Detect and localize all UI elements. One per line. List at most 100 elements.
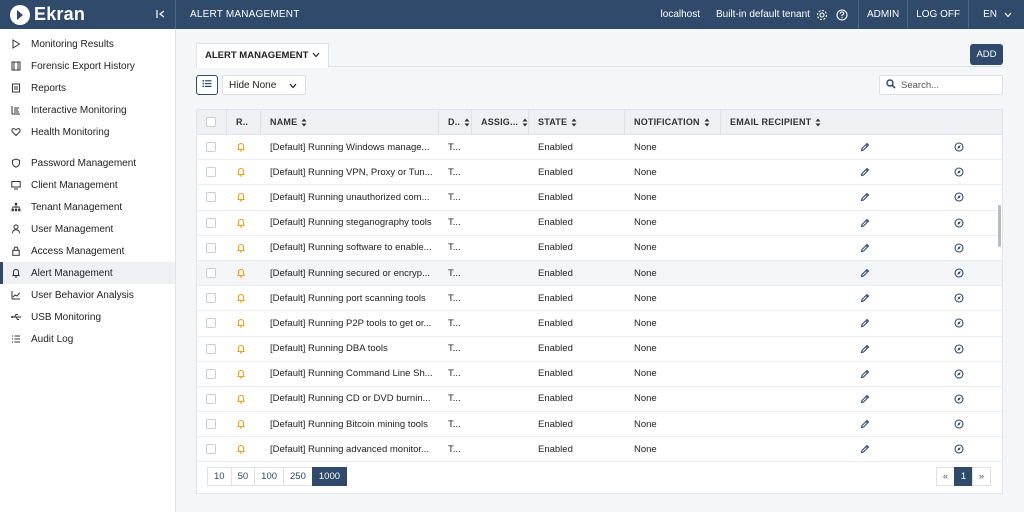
sidebar-item-access-management[interactable]: Access Management (0, 240, 175, 262)
edit-icon[interactable] (860, 243, 870, 253)
row-checkbox-cell[interactable] (197, 437, 227, 462)
next-page-button[interactable]: » (972, 467, 991, 486)
row-checkbox-cell[interactable] (197, 386, 227, 411)
select-all-checkbox[interactable] (197, 109, 227, 135)
row-checkbox-cell[interactable] (197, 412, 227, 437)
sidebar-item-user-behavior-analysis[interactable]: User Behavior Analysis (0, 284, 175, 306)
table-row[interactable]: [Default] Running software to enable... T… (197, 236, 1002, 261)
checkbox[interactable] (206, 393, 216, 404)
edit-icon[interactable] (860, 218, 870, 228)
row-checkbox-cell[interactable] (197, 210, 227, 235)
view-icon[interactable] (954, 318, 964, 328)
edit-icon[interactable] (860, 394, 870, 404)
sidebar-item-usb-monitoring[interactable]: USB Monitoring (0, 306, 175, 328)
language-select[interactable]: EN (969, 0, 1024, 29)
checkbox[interactable] (206, 117, 216, 127)
checkbox[interactable] (206, 242, 216, 253)
page-size-250[interactable]: 250 (283, 467, 313, 486)
page-size-10[interactable]: 10 (207, 467, 232, 486)
page-size-100[interactable]: 100 (254, 467, 285, 486)
page-button-1[interactable]: 1 (954, 467, 973, 486)
view-icon[interactable] (954, 293, 964, 303)
table-row[interactable]: [Default] Running Windows manage... T... E… (197, 135, 1002, 161)
sidebar-item-tenant-management[interactable]: Tenant Management (0, 196, 175, 218)
view-icon[interactable] (954, 394, 964, 404)
row-checkbox-cell[interactable] (197, 336, 227, 361)
checkbox[interactable] (206, 142, 216, 153)
add-button[interactable]: ADD (970, 44, 1003, 65)
logoff-button[interactable]: LOG OFF (908, 0, 968, 29)
table-row[interactable]: [Default] Running P2P tools to get or...… (197, 311, 1002, 337)
view-icon[interactable] (954, 142, 964, 152)
gear-icon[interactable] (812, 0, 832, 29)
tab-alert-management[interactable]: ALERT MANAGEMENT (196, 43, 330, 68)
checkbox[interactable] (206, 343, 216, 354)
edit-icon[interactable] (860, 344, 870, 354)
checkbox[interactable] (206, 167, 216, 178)
table-row[interactable]: [Default] Running VPN, Proxy or Tun... T.… (197, 160, 1002, 186)
collapse-sidebar-icon[interactable] (155, 8, 167, 20)
row-checkbox-cell[interactable] (197, 311, 227, 336)
view-icon[interactable] (954, 192, 964, 203)
table-row[interactable]: [Default] Running unauthorized com... T..… (197, 185, 1002, 211)
tenant-label[interactable]: Built-in default tenant (708, 0, 812, 29)
admin-user[interactable]: ADMIN (859, 0, 907, 29)
table-row[interactable]: [Default] Running Command Line Sh... T...… (197, 362, 1002, 387)
page-size-1000[interactable]: 1000 (311, 467, 348, 486)
search-input[interactable] (901, 79, 1001, 91)
view-icon[interactable] (954, 243, 964, 253)
edit-icon[interactable] (860, 444, 870, 454)
sidebar-item-health-monitoring[interactable]: Health Monitoring (0, 121, 175, 143)
sidebar-item-monitoring-results[interactable]: Monitoring Results (0, 33, 175, 55)
edit-icon[interactable] (860, 268, 870, 278)
checkbox[interactable] (206, 192, 216, 203)
scrollbar[interactable] (998, 205, 1001, 247)
row-checkbox-cell[interactable] (197, 135, 227, 160)
table-row[interactable]: [Default] Running DBA tools T... Enabled No… (197, 337, 1002, 362)
checkbox[interactable] (206, 318, 216, 329)
view-icon[interactable] (954, 369, 964, 379)
column-header-notification[interactable]: NOTIFICATION (625, 109, 721, 135)
column-header-assigned[interactable]: ASSIG... (472, 109, 529, 135)
view-icon[interactable] (954, 344, 964, 354)
view-icon[interactable] (954, 268, 964, 278)
edit-icon[interactable] (860, 142, 870, 152)
row-checkbox-cell[interactable] (197, 286, 227, 311)
row-checkbox-cell[interactable] (197, 160, 227, 185)
sidebar-item-interactive-monitoring[interactable]: Interactive Monitoring (0, 99, 175, 121)
column-header-state[interactable]: STATE (529, 109, 625, 135)
checkbox[interactable] (206, 268, 216, 279)
table-row[interactable]: [Default] Running advanced monitor... T..… (197, 437, 1002, 463)
table-row[interactable]: [Default] Running Bitcoin mining tools T.… (197, 412, 1002, 438)
search-box[interactable] (879, 75, 1003, 95)
checkbox[interactable] (206, 293, 216, 304)
column-header-email-recipient[interactable]: EMAIL RECIPIENT (721, 110, 1002, 135)
checkbox[interactable] (206, 444, 216, 455)
checkbox[interactable] (206, 419, 216, 430)
edit-icon[interactable] (860, 167, 870, 177)
help-icon[interactable] (832, 0, 858, 29)
sidebar-item-reports[interactable]: Reports (0, 77, 175, 99)
row-checkbox-cell[interactable] (197, 261, 227, 286)
list-view-button[interactable] (196, 75, 218, 95)
logo[interactable]: Ekran (0, 0, 176, 29)
sidebar-item-user-management[interactable]: User Management (0, 218, 175, 240)
hide-filter-select[interactable]: Hide None (222, 75, 306, 95)
sidebar-item-forensic-export-history[interactable]: Forensic Export History (0, 55, 175, 77)
column-header-name[interactable]: NAME (261, 109, 439, 135)
sidebar-item-audit-log[interactable]: Audit Log (0, 328, 175, 350)
edit-icon[interactable] (860, 293, 870, 303)
sidebar-item-alert-management[interactable]: Alert Management (0, 262, 175, 284)
sidebar-item-password-management[interactable]: Password Management (0, 152, 175, 174)
view-icon[interactable] (954, 419, 964, 429)
table-row[interactable]: [Default] Running steganography tools T..… (197, 211, 1002, 236)
edit-icon[interactable] (860, 419, 870, 429)
edit-icon[interactable] (860, 192, 870, 202)
view-icon[interactable] (954, 444, 964, 454)
row-checkbox-cell[interactable] (197, 235, 227, 260)
page-size-50[interactable]: 50 (230, 467, 256, 486)
column-header-r[interactable]: R.. (227, 109, 261, 135)
row-checkbox-cell[interactable] (197, 185, 227, 210)
prev-page-button[interactable]: « (936, 467, 955, 486)
table-row[interactable]: [Default] Running secured or encryp... T.… (197, 260, 1002, 287)
